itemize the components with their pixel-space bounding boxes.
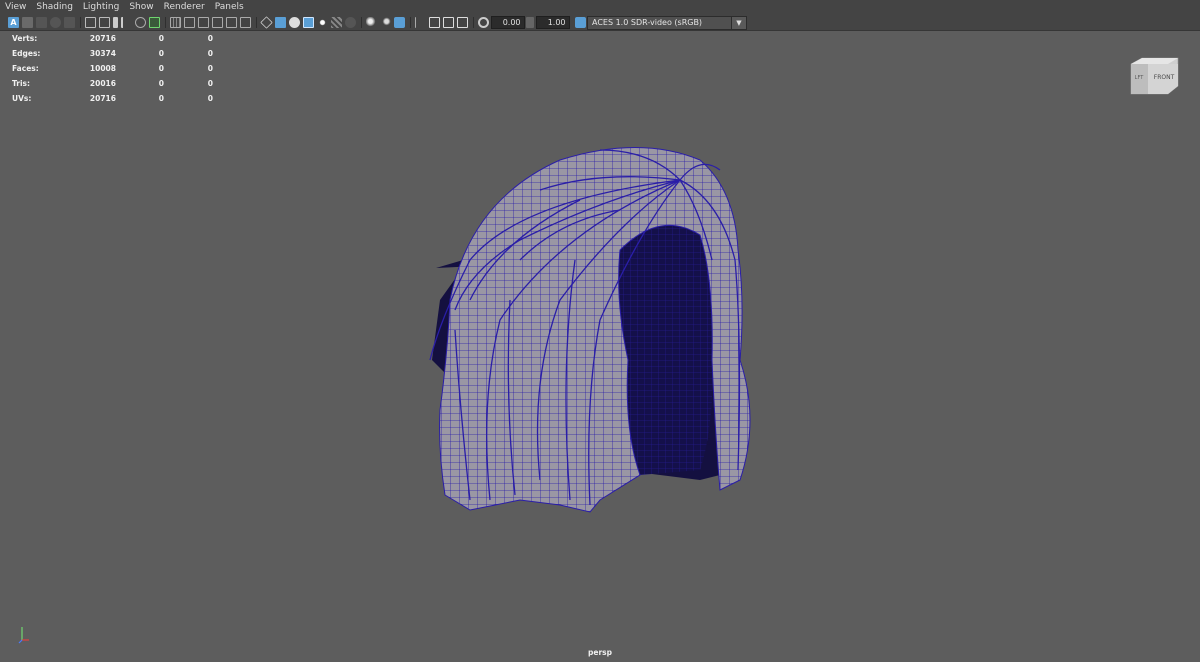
camera-name-label: persp <box>588 648 612 657</box>
z-axis-line <box>18 639 23 644</box>
hair-mesh[interactable] <box>0 0 1200 662</box>
axis-gizmo <box>18 627 29 644</box>
hair-inner-cavity <box>618 225 713 475</box>
